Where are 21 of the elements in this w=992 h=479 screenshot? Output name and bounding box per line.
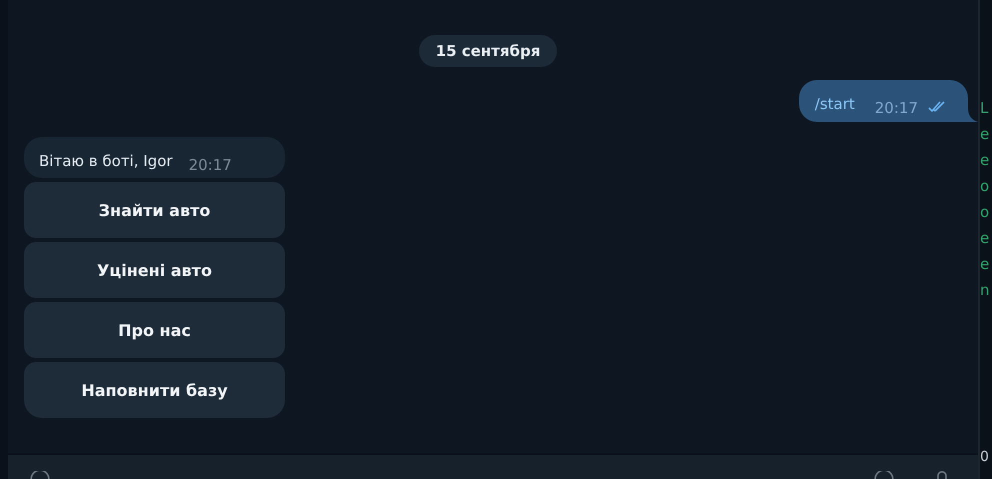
microphone-icon[interactable]	[936, 471, 948, 479]
side-text: o	[980, 204, 990, 220]
side-text: n	[980, 282, 991, 298]
side-text: o	[980, 178, 990, 194]
emoji-icon[interactable]	[28, 471, 52, 479]
side-text: L	[980, 100, 990, 116]
side-text: e	[980, 230, 990, 246]
message-text: Вітаю в боті, Igor	[39, 152, 173, 170]
keyboard-button[interactable]: Наповнити базу	[24, 362, 285, 418]
keyboard-button[interactable]: Про нас	[24, 302, 285, 358]
keyboard-button[interactable]: Знайти авто	[24, 182, 285, 238]
emoji-icon[interactable]	[872, 471, 896, 479]
side-text: e	[980, 152, 990, 168]
keyboard-button[interactable]: Уцінені авто	[24, 242, 285, 298]
message-time: 20:17	[188, 156, 232, 174]
side-text: e	[980, 256, 990, 272]
message-time: 20:17	[874, 99, 918, 117]
message-text: /start	[814, 95, 855, 113]
date-divider: 15 сентября	[418, 35, 558, 67]
side-text: e	[980, 126, 990, 142]
side-text: 0	[980, 449, 990, 465]
